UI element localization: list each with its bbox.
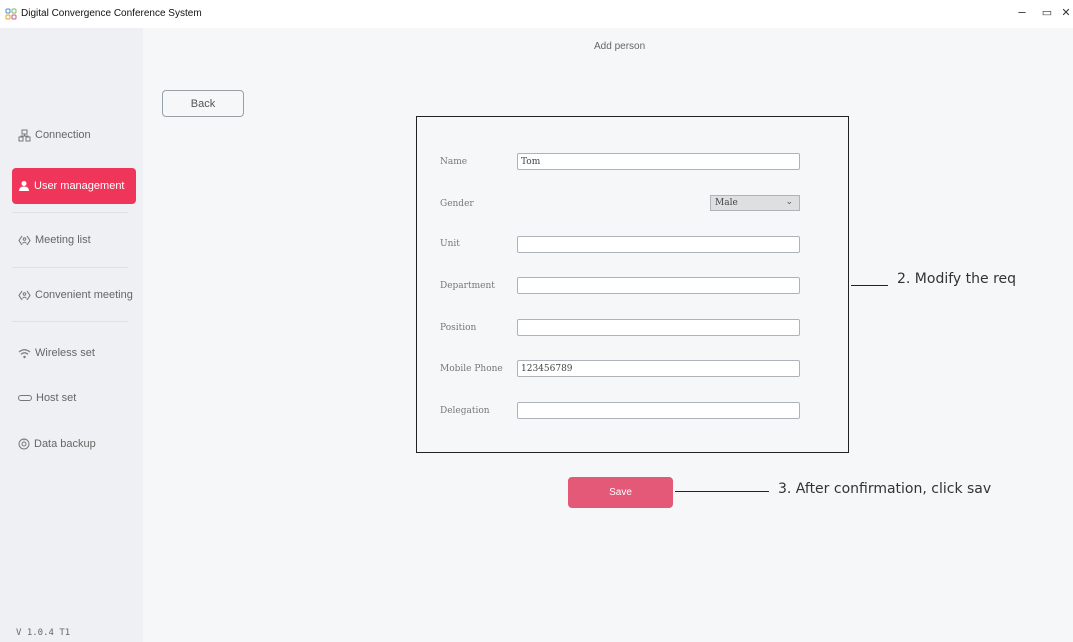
- restore-button[interactable]: ▭: [1039, 6, 1055, 19]
- app-logo-icon: [5, 8, 17, 20]
- annotation-line-step3: [675, 491, 769, 492]
- sidebar: Connection User management Meeting list …: [0, 28, 143, 642]
- mobile-phone-input[interactable]: [517, 360, 800, 377]
- unit-label: Unit: [440, 239, 460, 249]
- back-button[interactable]: Back: [162, 90, 244, 117]
- sidebar-item-label: Data backup: [34, 438, 96, 450]
- annotation-step3: 3. After confirmation, click sav: [778, 481, 992, 497]
- close-button[interactable]: ✕: [1058, 6, 1073, 19]
- host-icon: [18, 395, 32, 401]
- sidebar-divider: [12, 267, 128, 268]
- unit-input[interactable]: [517, 236, 800, 253]
- sidebar-item-meeting-list[interactable]: Meeting list: [12, 222, 136, 258]
- save-button[interactable]: Save: [568, 477, 673, 508]
- sidebar-item-label: Host set: [36, 392, 77, 404]
- sidebar-item-user-management[interactable]: User management: [12, 168, 136, 204]
- chevron-down-icon: ⌄: [785, 197, 793, 207]
- backup-icon: [18, 438, 30, 450]
- window-title: Digital Convergence Conference System: [21, 8, 202, 19]
- sidebar-item-label: User management: [34, 180, 125, 192]
- meeting-icon: [18, 235, 31, 245]
- sidebar-item-label: Wireless set: [35, 347, 95, 359]
- sidebar-item-wireless-set[interactable]: Wireless set: [12, 335, 136, 371]
- gender-label: Gender: [440, 199, 474, 209]
- gender-select-value: Male: [715, 198, 738, 208]
- annotation-step2: 2. Modify the req: [897, 271, 1017, 287]
- version-label: V 1.0.4 T1: [16, 628, 71, 638]
- connection-icon: [18, 129, 31, 141]
- position-label: Position: [440, 323, 477, 333]
- sidebar-item-label: Convenient meeting: [35, 289, 133, 301]
- add-person-form: Name Gender Male ⌄ Unit Department Posit…: [416, 116, 849, 453]
- delegation-label: Delegation: [440, 406, 490, 416]
- department-label: Department: [440, 281, 495, 291]
- delegation-input[interactable]: [517, 402, 800, 419]
- sidebar-item-connection[interactable]: Connection: [12, 117, 136, 153]
- page-title: Add person: [594, 41, 646, 52]
- position-input[interactable]: [517, 319, 800, 336]
- user-icon: [19, 181, 29, 191]
- sidebar-divider: [12, 321, 128, 322]
- minimize-button[interactable]: –: [1014, 4, 1030, 19]
- meeting-icon: [18, 290, 31, 300]
- sidebar-item-data-backup[interactable]: Data backup: [12, 426, 136, 462]
- wifi-icon: [18, 348, 31, 358]
- sidebar-item-label: Connection: [35, 129, 91, 141]
- mobile-phone-label: Mobile Phone: [440, 364, 503, 374]
- sidebar-item-convenient-meeting[interactable]: Convenient meeting: [12, 277, 136, 313]
- sidebar-divider: [12, 212, 128, 213]
- gender-select[interactable]: Male ⌄: [710, 195, 800, 211]
- department-input[interactable]: [517, 277, 800, 294]
- sidebar-item-host-set[interactable]: Host set: [12, 380, 136, 416]
- sidebar-item-label: Meeting list: [35, 234, 91, 246]
- annotation-line-step2: [851, 285, 888, 286]
- name-input[interactable]: [517, 153, 800, 170]
- title-bar: Digital Convergence Conference System – …: [0, 0, 1073, 28]
- name-label: Name: [440, 157, 468, 167]
